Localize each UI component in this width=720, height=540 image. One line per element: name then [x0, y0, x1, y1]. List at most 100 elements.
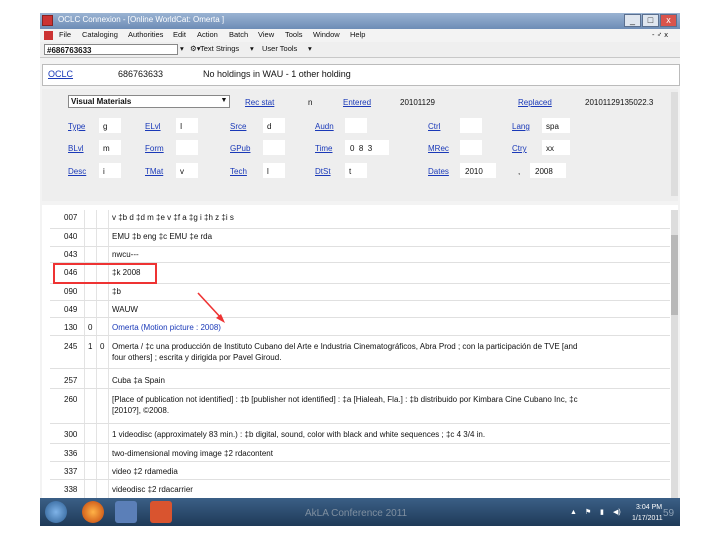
- connexion-taskbar-icon[interactable]: [115, 501, 137, 523]
- field-tag-260[interactable]: 260: [64, 395, 77, 404]
- clock-time[interactable]: 3:04 PM: [636, 504, 662, 511]
- dtst-value: t: [349, 167, 352, 176]
- rec-stat-label[interactable]: Rec stat: [245, 98, 274, 107]
- mdi-controls[interactable]: - ♂ x: [652, 30, 668, 39]
- menu-view[interactable]: View: [258, 30, 274, 39]
- field-tag-043[interactable]: 043: [64, 250, 77, 259]
- menu-window[interactable]: Window: [313, 30, 340, 39]
- menu-cataloging[interactable]: Cataloging: [82, 30, 118, 39]
- mrec-label[interactable]: MRec: [428, 144, 449, 153]
- elvl-label[interactable]: ELvl: [145, 122, 161, 131]
- field-content-260-continued[interactable]: [2010?], ©2008.: [112, 406, 169, 415]
- field-content-245[interactable]: Omerta / ‡c una producción de Instituto …: [112, 342, 657, 351]
- chevron-down-icon[interactable]: ▼: [219, 96, 229, 106]
- field-tag-337[interactable]: 337: [64, 467, 77, 476]
- dates-label[interactable]: Dates: [428, 167, 449, 176]
- tools-icon[interactable]: ⚙▾: [190, 44, 201, 53]
- dtst-label[interactable]: DtSt: [315, 167, 331, 176]
- field-content-007[interactable]: v ‡b d ‡d m ‡e v ‡f a ‡g i ‡h z ‡i s: [112, 213, 234, 222]
- menu-action[interactable]: Action: [197, 30, 218, 39]
- format-select[interactable]: Visual Materials: [68, 95, 230, 108]
- field-ind1-245[interactable]: 1: [88, 342, 92, 351]
- oclc-label[interactable]: OCLC: [48, 69, 73, 79]
- menu-batch[interactable]: Batch: [229, 30, 248, 39]
- scrollbar-thumb[interactable]: [671, 235, 678, 315]
- field-tag-338[interactable]: 338: [64, 485, 77, 494]
- powerpoint-icon[interactable]: [150, 501, 172, 523]
- dates1-value: 2010: [465, 167, 483, 176]
- type-label[interactable]: Type: [68, 122, 85, 131]
- audn-field[interactable]: [345, 118, 367, 133]
- srce-value: d: [267, 122, 272, 131]
- start-button-icon[interactable]: [45, 501, 67, 523]
- tmat-label[interactable]: TMat: [145, 167, 163, 176]
- clock-date[interactable]: 1/17/2011: [632, 515, 663, 522]
- close-button[interactable]: x: [660, 14, 677, 27]
- fixed-field-scrollbar[interactable]: [671, 92, 678, 196]
- menu-help[interactable]: Help: [350, 30, 365, 39]
- field-content-043[interactable]: nwcu---: [112, 250, 139, 259]
- field-content-337[interactable]: video ‡2 rdamedia: [112, 467, 178, 476]
- mrec-field[interactable]: [460, 140, 482, 155]
- field-content-300[interactable]: 1 videodisc (approximately 83 min.) : ‡b…: [112, 430, 485, 439]
- menu-file[interactable]: File: [59, 30, 71, 39]
- row-divider: [50, 368, 670, 369]
- flag-icon[interactable]: ⚑: [585, 508, 591, 516]
- field-tag-336[interactable]: 336: [64, 449, 77, 458]
- field-content-338[interactable]: videodisc ‡2 rdacarrier: [112, 485, 193, 494]
- form-field[interactable]: [176, 140, 198, 155]
- volume-icon[interactable]: ◀): [613, 508, 621, 516]
- gpub-label[interactable]: GPub: [230, 144, 250, 153]
- field-tag-257[interactable]: 257: [64, 376, 77, 385]
- field-content-257[interactable]: Cuba ‡a Spain: [112, 376, 165, 385]
- blvl-label[interactable]: BLvl: [68, 144, 84, 153]
- field-tag-049[interactable]: 049: [64, 305, 77, 314]
- maximize-button[interactable]: □: [642, 14, 659, 27]
- tray-arrow-icon[interactable]: ▲: [570, 509, 577, 516]
- audn-label[interactable]: Audn: [315, 122, 334, 131]
- row-divider: [50, 300, 670, 301]
- field-tag-040[interactable]: 040: [64, 232, 77, 241]
- command-search-input[interactable]: #686763633: [44, 44, 178, 55]
- field-content-040[interactable]: EMU ‡b eng ‡c EMU ‡e rda: [112, 232, 212, 241]
- field-tag-007[interactable]: 007: [64, 213, 77, 222]
- field-ind1-130[interactable]: 0: [88, 323, 92, 332]
- firefox-icon[interactable]: [82, 501, 104, 523]
- field-tag-130[interactable]: 130: [64, 323, 77, 332]
- desc-label[interactable]: Desc: [68, 167, 86, 176]
- ctry-label[interactable]: Ctry: [512, 144, 527, 153]
- gpub-field[interactable]: [263, 140, 285, 155]
- menu-tools[interactable]: Tools: [285, 30, 303, 39]
- field-tag-090[interactable]: 090: [64, 287, 77, 296]
- text-strings-button[interactable]: Text Strings: [200, 44, 239, 53]
- form-label[interactable]: Form: [145, 144, 164, 153]
- user-tools-button[interactable]: User Tools: [262, 44, 297, 53]
- replaced-label[interactable]: Replaced: [518, 98, 552, 107]
- network-icon[interactable]: ▮: [600, 508, 604, 516]
- row-divider: [50, 443, 670, 444]
- tech-label[interactable]: Tech: [230, 167, 247, 176]
- user-tools-dropdown-icon[interactable]: ▾: [308, 44, 312, 53]
- search-dropdown-icon[interactable]: ▾: [180, 44, 184, 53]
- srce-label[interactable]: Srce: [230, 122, 246, 131]
- menu-edit[interactable]: Edit: [173, 30, 186, 39]
- field-content-049[interactable]: WAUW: [112, 305, 138, 314]
- ctrl-label[interactable]: Ctrl: [428, 122, 440, 131]
- field-ind2-245[interactable]: 0: [100, 342, 104, 351]
- field-content-260[interactable]: [Place of publication not identified] : …: [112, 395, 657, 404]
- rec-stat-value[interactable]: n: [308, 98, 312, 107]
- menu-authorities[interactable]: Authorities: [128, 30, 163, 39]
- text-strings-dropdown-icon[interactable]: ▾: [250, 44, 254, 53]
- entered-label[interactable]: Entered: [343, 98, 371, 107]
- field-tag-245[interactable]: 245: [64, 342, 77, 351]
- row-divider: [50, 335, 670, 336]
- window-title: OCLC Connexion - [Online WorldCat: Omert…: [58, 15, 225, 24]
- field-content-336[interactable]: two-dimensional moving image ‡2 rdaconte…: [112, 449, 273, 458]
- minimize-button[interactable]: _: [624, 14, 641, 27]
- field-content-090[interactable]: ‡b: [112, 287, 121, 296]
- lang-label[interactable]: Lang: [512, 122, 530, 131]
- field-tag-300[interactable]: 300: [64, 430, 77, 439]
- field-content-245-continued[interactable]: four others] ; escrita y dirigida por Pa…: [112, 353, 281, 362]
- time-label[interactable]: Time: [315, 144, 332, 153]
- ctrl-field[interactable]: [460, 118, 482, 133]
